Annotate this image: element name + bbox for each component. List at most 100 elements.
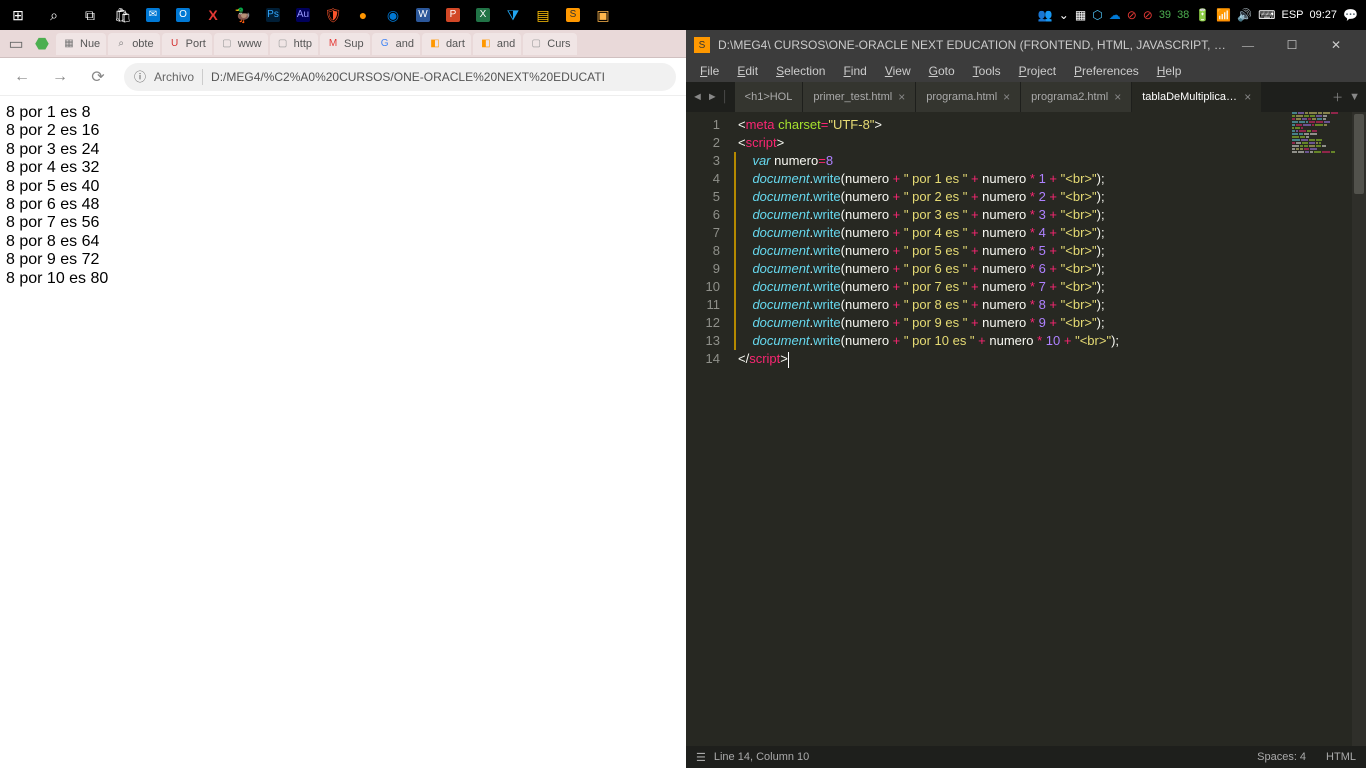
back-button[interactable]: ← — [10, 68, 34, 86]
tray-icon-2[interactable]: ⬡ — [1092, 8, 1102, 22]
menu-file[interactable]: File — [692, 62, 727, 80]
browser-tab[interactable]: ◧and — [473, 33, 521, 55]
output-line: 8 por 6 es 48 — [6, 196, 680, 214]
app-x-icon[interactable]: X — [198, 0, 228, 30]
browser-tab[interactable]: ◧dart — [422, 33, 471, 55]
sidebar-toggle[interactable]: ▭ — [4, 33, 28, 55]
onedrive-icon[interactable]: ☁ — [1109, 8, 1121, 22]
menubar: FileEditSelectionFindViewGotoToolsProjec… — [686, 60, 1366, 82]
address-bar[interactable]: ⓘ Archivo D:/MEG4/%C2%A0%20CURSOS/ONE-OR… — [124, 63, 676, 91]
browser-tab[interactable]: ⌕obte — [108, 33, 159, 55]
clock[interactable]: 09:27 — [1310, 9, 1338, 21]
start-button[interactable]: ⊞ — [0, 0, 36, 30]
new-tab-button[interactable]: ＋ — [1332, 89, 1343, 105]
tab-back-icon[interactable]: ◄ — [692, 91, 703, 103]
menu-edit[interactable]: Edit — [729, 62, 766, 80]
browser-tab[interactable]: MSup — [320, 33, 370, 55]
browser-tab[interactable]: ▢http — [270, 33, 318, 55]
vertical-scrollbar[interactable] — [1352, 112, 1366, 746]
sublime-icon[interactable]: S — [558, 0, 588, 30]
editor-tab[interactable]: tablaDeMultiplicar.html× — [1132, 82, 1262, 112]
cursor-position[interactable]: Line 14, Column 10 — [714, 751, 809, 763]
menu-find[interactable]: Find — [835, 62, 874, 80]
maximize-button[interactable]: ☐ — [1270, 30, 1314, 60]
ime-icon[interactable]: ⌨ — [1258, 8, 1275, 22]
minimize-button[interactable]: — — [1226, 30, 1270, 60]
tab-list-button[interactable]: ⬣ — [30, 33, 54, 55]
indent-setting[interactable]: Spaces: 4 — [1257, 751, 1306, 763]
app-misc1-icon[interactable]: 🦆 — [228, 0, 258, 30]
wifi-icon[interactable]: 📶 — [1216, 8, 1231, 22]
photoshop-icon[interactable]: Ps — [258, 0, 288, 30]
close-icon[interactable]: × — [1003, 90, 1010, 104]
vscode-icon[interactable]: ⧩ — [498, 0, 528, 30]
excel-icon[interactable]: X — [468, 0, 498, 30]
system-tray: 👥 ⌄ ▦ ⬡ ☁ ⊘ ⊘ 39 38 🔋 📶 🔊 ⌨ ESP 09:27 💬 — [1038, 8, 1366, 22]
tray-chevron-icon[interactable]: ⌄ — [1059, 8, 1069, 22]
reload-button[interactable]: ⟳ — [86, 67, 110, 87]
info-icon: ⓘ — [134, 68, 146, 85]
edge-icon[interactable]: ◉ — [378, 0, 408, 30]
notes-icon[interactable]: ▤ — [528, 0, 558, 30]
window-title: D:\MEG4\ CURSOS\ONE-ORACLE NEXT EDUCATIO… — [718, 38, 1226, 52]
syntax-mode[interactable]: HTML — [1326, 751, 1356, 763]
output-line: 8 por 2 es 16 — [6, 122, 680, 140]
notifications-icon[interactable]: 💬 — [1343, 8, 1358, 22]
search-icon[interactable]: ⌕ — [36, 0, 72, 30]
editor-tab[interactable]: programa.html× — [916, 82, 1021, 112]
browser-tab[interactable]: ▢Curs — [523, 33, 576, 55]
audition-icon[interactable]: Au — [288, 0, 318, 30]
store-icon[interactable]: 🛍 — [108, 0, 138, 30]
firefox-icon[interactable]: ● — [348, 0, 378, 30]
tray-icon-4[interactable]: ⊘ — [1143, 8, 1153, 22]
volume-icon[interactable]: 🔊 — [1237, 8, 1252, 22]
tray-icon-1[interactable]: ▦ — [1075, 8, 1086, 22]
word-icon[interactable]: W — [408, 0, 438, 30]
people-icon[interactable]: 👥 — [1038, 8, 1053, 22]
editor-tab[interactable]: primer_test.html× — [803, 82, 916, 112]
close-icon[interactable]: × — [1244, 90, 1251, 104]
browser-tab[interactable]: UPort — [162, 33, 212, 55]
close-icon[interactable]: × — [1114, 90, 1121, 104]
tray-icon-3[interactable]: ⊘ — [1127, 8, 1137, 22]
status-menu-icon[interactable]: ☰ — [696, 751, 706, 764]
browser-tabstrip: ▭ ⬣ ▦Nue⌕obteUPort▢www▢httpMSupGand◧dart… — [0, 30, 686, 58]
tab-dropdown-icon[interactable]: ▼ — [1349, 91, 1360, 103]
keyboard-lang[interactable]: ESP — [1282, 9, 1304, 21]
menu-tools[interactable]: Tools — [965, 62, 1009, 80]
browser-toolbar: ← → ⟳ ⓘ Archivo D:/MEG4/%C2%A0%20CURSOS/… — [0, 58, 686, 96]
brave-icon[interactable]: 🛡 — [318, 0, 348, 30]
address-scheme: Archivo — [154, 70, 194, 84]
menu-help[interactable]: Help — [1149, 62, 1190, 80]
menu-view[interactable]: View — [877, 62, 919, 80]
editor-tab[interactable]: <h1>HOL — [735, 82, 804, 112]
mail-icon[interactable]: ✉ — [138, 0, 168, 30]
browser-tab[interactable]: Gand — [372, 33, 420, 55]
editor-tabstrip: ◄ ► │ <h1>HOLprimer_test.html×programa.h… — [686, 82, 1366, 112]
browser-tab[interactable]: ▢www — [214, 33, 268, 55]
scrollbar-thumb[interactable] — [1354, 114, 1364, 194]
menu-preferences[interactable]: Preferences — [1066, 62, 1147, 80]
explorer-icon[interactable]: ▣ — [588, 0, 618, 30]
outlook-icon[interactable]: O — [168, 0, 198, 30]
close-icon[interactable]: × — [898, 90, 905, 104]
tab-history-nav: ◄ ► │ — [686, 82, 735, 112]
statusbar: ☰ Line 14, Column 10 Spaces: 4 HTML — [686, 746, 1366, 768]
taskbar-apps: ⊞ ⌕ ⧉ 🛍 ✉ O X 🦆 Ps Au 🛡 ● ◉ W P X ⧩ ▤ S … — [0, 0, 618, 30]
powerpoint-icon[interactable]: P — [438, 0, 468, 30]
close-button[interactable]: ✕ — [1314, 30, 1358, 60]
forward-button[interactable]: → — [48, 68, 72, 86]
browser-window: ▭ ⬣ ▦Nue⌕obteUPort▢www▢httpMSupGand◧dart… — [0, 30, 686, 768]
menu-goto[interactable]: Goto — [921, 62, 963, 80]
code-editor[interactable]: <meta charset="UTF-8"><script> var numer… — [730, 112, 1366, 746]
windows-taskbar: ⊞ ⌕ ⧉ 🛍 ✉ O X 🦆 Ps Au 🛡 ● ◉ W P X ⧩ ▤ S … — [0, 0, 1366, 30]
menu-selection[interactable]: Selection — [768, 62, 833, 80]
address-path: D:/MEG4/%C2%A0%20CURSOS/ONE-ORACLE%20NEX… — [211, 70, 605, 84]
browser-tab[interactable]: ▦Nue — [56, 33, 106, 55]
page-content: 8 por 1 es 88 por 2 es 168 por 3 es 248 … — [0, 96, 686, 296]
tab-forward-icon[interactable]: ► — [707, 91, 718, 103]
editor-tab[interactable]: programa2.html× — [1021, 82, 1132, 112]
taskview-icon[interactable]: ⧉ — [72, 0, 108, 30]
battery-icon[interactable]: 🔋 — [1195, 8, 1210, 22]
menu-project[interactable]: Project — [1011, 62, 1064, 80]
